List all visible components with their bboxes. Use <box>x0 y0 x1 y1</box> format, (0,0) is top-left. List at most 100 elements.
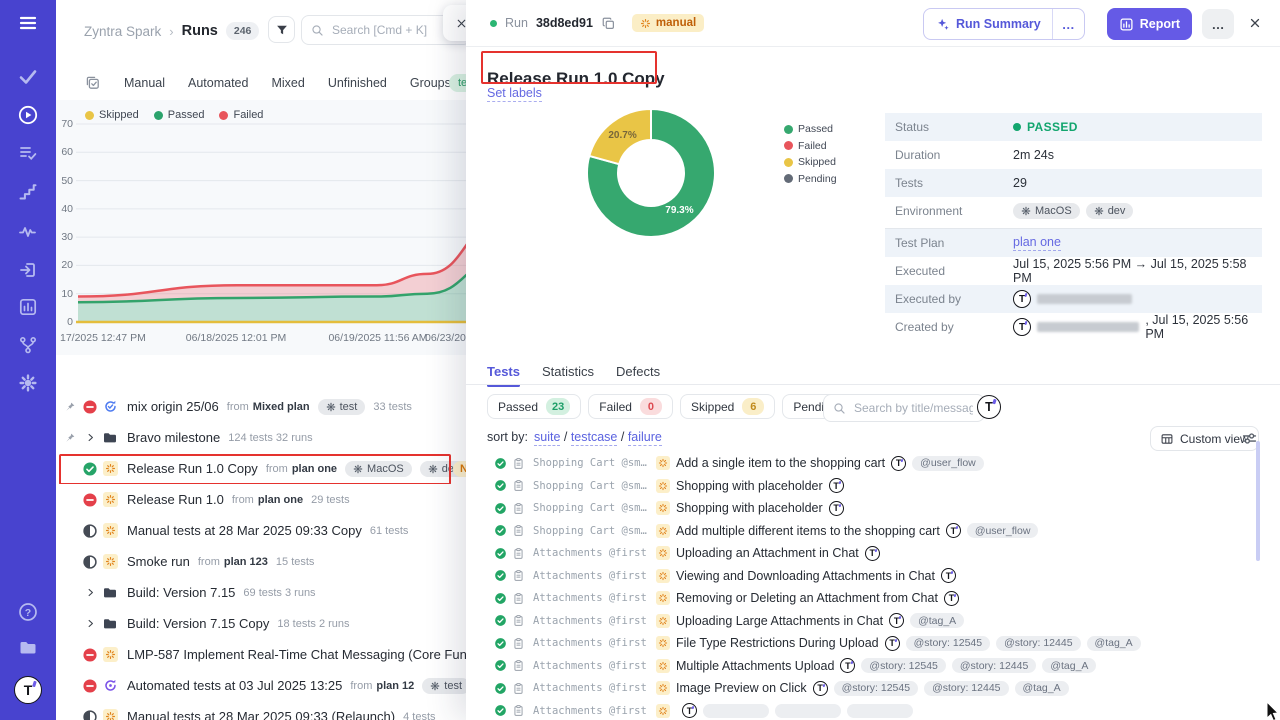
filter-failed[interactable]: Failed0 <box>588 394 673 419</box>
test-plan-link[interactable]: plan one <box>1013 235 1061 251</box>
runs-search-input[interactable] <box>330 22 461 38</box>
mixed-run-icon <box>103 399 118 414</box>
run-name[interactable]: Release Run 1.0 <box>127 492 224 507</box>
test-row[interactable]: Attachments @firstFile Type Restrictions… <box>466 632 1280 655</box>
run-name[interactable]: Build: Version 7.15 Copy <box>127 616 269 631</box>
tests-scrollbar[interactable] <box>1256 441 1260 561</box>
test-row[interactable]: Attachments @firstImage Preview on Click… <box>466 677 1280 700</box>
run-row[interactable]: Release Run 1.0fromplan one29 tests <box>56 484 466 515</box>
tests-search[interactable] <box>823 394 985 422</box>
panel-close-button[interactable] <box>443 5 466 41</box>
test-row[interactable]: Shopping Cart @sm…Add a single item to t… <box>466 452 1280 475</box>
tab-groups[interactable]: Groups <box>410 76 451 90</box>
sidebar-sign-in-icon[interactable] <box>18 260 38 280</box>
run-row-group[interactable]: Build: Version 7.1569 tests 3 runs <box>56 577 466 608</box>
assignee-avatar[interactable]: T <box>977 395 1001 419</box>
filter-skipped[interactable]: Skipped6 <box>680 394 775 419</box>
more-actions-button[interactable]: … <box>1202 9 1234 39</box>
sort-by-suite[interactable]: suite <box>534 430 560 446</box>
tab-automated[interactable]: Automated <box>188 76 248 90</box>
plan-name[interactable]: plan 123 <box>224 556 268 568</box>
plan-name[interactable]: plan one <box>258 494 303 506</box>
sidebar-play-circle-icon[interactable] <box>18 105 38 125</box>
test-row[interactable]: Attachments @firstUploading an Attachmen… <box>466 542 1280 565</box>
filter-button[interactable] <box>268 16 295 43</box>
test-title[interactable]: File Type Restrictions During Upload <box>676 636 879 650</box>
filter-passed[interactable]: Passed23 <box>487 394 581 419</box>
detail-close-button[interactable] <box>1246 14 1264 35</box>
sort-by-testcase[interactable]: testcase <box>571 430 618 446</box>
run-row[interactable]: Manual tests at 28 Mar 2025 09:33 (Relau… <box>56 701 466 720</box>
test-row[interactable]: Attachments @firstMultiple Attachments U… <box>466 655 1280 678</box>
sidebar-avatar[interactable]: T <box>14 676 42 704</box>
test-title[interactable]: Shopping with placeholder <box>676 501 823 515</box>
copy-icon[interactable] <box>601 16 616 31</box>
runs-search[interactable] <box>301 15 466 45</box>
test-title[interactable]: Viewing and Downloading Attachments in C… <box>676 569 935 583</box>
run-row[interactable]: Release Run 1.0 Copyfromplan oneMacOSdev… <box>56 453 466 484</box>
chevron-right-icon[interactable] <box>85 618 96 629</box>
run-summary-button[interactable]: Run Summary … <box>923 8 1085 40</box>
tab-mixed[interactable]: Mixed <box>271 76 304 90</box>
test-row[interactable]: Attachments @firstViewing and Downloadin… <box>466 565 1280 588</box>
run-name[interactable]: Manual tests at 28 Mar 2025 09:33 (Relau… <box>127 709 395 720</box>
sidebar-list-check-icon[interactable] <box>18 143 38 163</box>
test-title[interactable]: Removing or Deleting an Attachment from … <box>676 591 938 605</box>
sidebar-help-icon[interactable]: ? <box>18 602 38 622</box>
sidebar-bar-chart-icon[interactable] <box>18 297 38 317</box>
run-name[interactable]: Manual tests at 28 Mar 2025 09:33 Copy <box>127 523 362 538</box>
report-button[interactable]: Report <box>1107 8 1192 40</box>
tests-search-input[interactable] <box>852 400 975 416</box>
test-row[interactable]: Shopping Cart @sm…Shopping with placehol… <box>466 475 1280 498</box>
tab-tests[interactable]: Tests <box>487 364 520 379</box>
sidebar-folder-icon[interactable] <box>18 638 38 658</box>
test-title[interactable]: Multiple Attachments Upload <box>676 659 834 673</box>
test-title[interactable]: Add a single item to the shopping cart <box>676 456 885 470</box>
run-name[interactable]: Smoke run <box>127 554 190 569</box>
run-name[interactable]: Release Run 1.0 Copy <box>127 461 258 476</box>
test-title[interactable]: Image Preview on Click <box>676 681 807 695</box>
run-row[interactable]: mix origin 25/06fromMixed plantest33 tes… <box>56 391 466 422</box>
tab-defects[interactable]: Defects <box>616 364 660 379</box>
sidebar-activity-icon[interactable] <box>18 222 38 242</box>
run-row[interactable]: Manual tests at 28 Mar 2025 09:33 Copy61… <box>56 515 466 546</box>
sidebar-check-icon[interactable] <box>18 67 38 87</box>
tab-statistics[interactable]: Statistics <box>542 364 594 379</box>
test-title[interactable]: Uploading Large Attachments in Chat <box>676 614 883 628</box>
test-title[interactable]: Uploading an Attachment in Chat <box>676 546 859 560</box>
run-row[interactable]: Smoke runfromplan 12315 tests <box>56 546 466 577</box>
chevron-right-icon[interactable] <box>85 432 96 443</box>
run-row[interactable]: Automated tests at 03 Jul 2025 13:25from… <box>56 670 466 701</box>
run-row-group[interactable]: Build: Version 7.15 Copy18 tests 2 runs <box>56 608 466 639</box>
breadcrumb-project[interactable]: Zyntra Spark <box>84 24 161 39</box>
tab-unfinished[interactable]: Unfinished <box>328 76 387 90</box>
select-all-icon[interactable] <box>85 75 101 91</box>
plan-name[interactable]: plan one <box>292 463 337 475</box>
test-row[interactable]: Attachments @firstUploading Large Attach… <box>466 610 1280 633</box>
run-name[interactable]: Automated tests at 03 Jul 2025 13:25 <box>127 678 342 693</box>
menu-icon[interactable] <box>18 13 38 33</box>
run-name[interactable]: LMP-587 Implement Real-Time Chat Messagi… <box>127 647 466 662</box>
run-row-group[interactable]: Bravo milestone124 tests 32 runs <box>56 422 466 453</box>
test-row[interactable]: Attachments @firstT <box>466 700 1280 720</box>
tab-manual[interactable]: Manual <box>124 76 165 90</box>
run-summary-more-button[interactable]: … <box>1053 17 1084 32</box>
test-row[interactable]: Attachments @firstRemoving or Deleting a… <box>466 587 1280 610</box>
sidebar-settings-icon[interactable] <box>18 373 38 393</box>
run-name[interactable]: mix origin 25/06 <box>127 399 219 414</box>
run-name[interactable]: Build: Version 7.15 <box>127 585 235 600</box>
test-row[interactable]: Shopping Cart @sm…Add multiple different… <box>466 520 1280 543</box>
test-title[interactable]: Add multiple different items to the shop… <box>676 524 940 538</box>
run-name[interactable]: Bravo milestone <box>127 430 220 445</box>
set-labels-link[interactable]: Set labels <box>487 86 542 102</box>
runs-tag-badge[interactable]: test <box>449 74 466 92</box>
plan-name[interactable]: Mixed plan <box>253 401 310 413</box>
run-row[interactable]: LMP-587 Implement Real-Time Chat Messagi… <box>56 639 466 670</box>
sort-by-failure[interactable]: failure <box>628 430 662 446</box>
chevron-right-icon[interactable] <box>85 587 96 598</box>
plan-name[interactable]: plan 12 <box>376 680 414 692</box>
test-row[interactable]: Shopping Cart @sm…Shopping with placehol… <box>466 497 1280 520</box>
sidebar-branch-icon[interactable] <box>18 335 38 355</box>
sidebar-steps-icon[interactable] <box>18 182 38 202</box>
test-title[interactable]: Shopping with placeholder <box>676 479 823 493</box>
